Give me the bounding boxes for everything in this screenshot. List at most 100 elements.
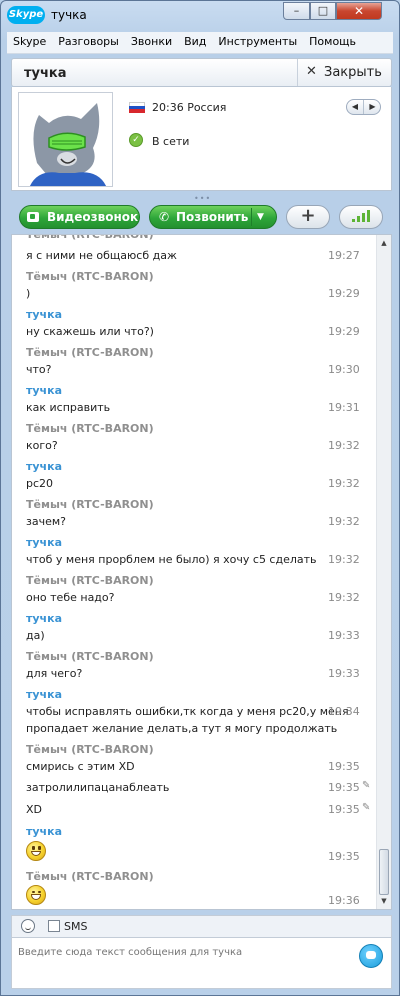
message-author: Тёмыч (RTC-BARON) bbox=[26, 498, 154, 511]
message-time: 19:31 bbox=[328, 401, 360, 414]
message-author: тучка bbox=[26, 536, 62, 549]
message-author: тучка bbox=[26, 460, 62, 473]
signal-bar-icon bbox=[362, 213, 365, 222]
message-time: 19:35 bbox=[328, 803, 360, 816]
sms-label: SMS bbox=[64, 920, 88, 933]
menu-tools[interactable]: Инструменты bbox=[212, 32, 303, 52]
close-conversation-label: Закрыть bbox=[324, 65, 382, 80]
close-icon: ✕ bbox=[306, 64, 317, 79]
skype-window: Skype тучка – □ ✕ Skype Разговоры Звонки… bbox=[0, 0, 400, 996]
message-time: 19:32 bbox=[328, 515, 360, 528]
message-time: 19:33 bbox=[328, 629, 360, 642]
call-button[interactable]: ✆ Позвонить ▼ bbox=[149, 205, 277, 229]
menu-bar: Skype Разговоры Звонки Вид Инструменты П… bbox=[7, 32, 393, 54]
message-author: Тёмыч (RTC-BARON) bbox=[26, 650, 154, 663]
message-time: 19:32 bbox=[328, 477, 360, 490]
laugh-emoticon-icon bbox=[26, 885, 46, 905]
scrollbar-thumb[interactable] bbox=[379, 849, 389, 895]
input-toolbar: SMS bbox=[11, 915, 392, 937]
message-author: Тёмыч (RTC-BARON) bbox=[26, 574, 154, 587]
message-input[interactable] bbox=[18, 942, 348, 962]
message-text: оно тебе надо? bbox=[26, 591, 115, 604]
video-camera-icon bbox=[27, 212, 39, 222]
signal-bar-icon bbox=[357, 216, 360, 222]
chevron-right-icon[interactable]: ▶ bbox=[364, 100, 381, 114]
message-time: 19:35 bbox=[328, 760, 360, 773]
online-status-icon: ✓ bbox=[129, 133, 143, 147]
contact-name: тучка bbox=[24, 66, 67, 81]
message-author: Тёмыч (RTC-BARON) bbox=[26, 346, 154, 359]
message-time: 19:32 bbox=[328, 553, 360, 566]
message-text: затролилипацанаблеать bbox=[26, 781, 170, 794]
message-author: Тёмыч (RTC-BARON) bbox=[26, 743, 154, 756]
message-text: чтоб у меня проpблем не было) я хочу с5 … bbox=[26, 553, 317, 566]
message-text: как исправить bbox=[26, 401, 111, 414]
message-text: XD bbox=[26, 803, 43, 816]
message-text: ну скажешь или что?) bbox=[26, 325, 154, 338]
message-text: пропадает желание делать,а тут я могу пр… bbox=[26, 722, 338, 735]
contact-status: В сети bbox=[152, 135, 190, 148]
message-text: кого? bbox=[26, 439, 58, 452]
chat-history[interactable]: Тёмыч (RTC-BARON) я с ними не общаюсб да… bbox=[11, 234, 392, 910]
window-title: тучка bbox=[51, 8, 87, 22]
menu-conversations[interactable]: Разговоры bbox=[52, 32, 125, 52]
grin-emoticon-icon bbox=[26, 841, 46, 861]
menu-view[interactable]: Вид bbox=[178, 32, 212, 52]
message-author: тучка bbox=[26, 825, 62, 838]
message-author: тучка bbox=[26, 384, 62, 397]
plus-icon: + bbox=[300, 205, 316, 226]
message-author: тучка bbox=[26, 612, 62, 625]
scroll-down-icon[interactable]: ▼ bbox=[378, 895, 390, 907]
message-time: 19:29 bbox=[328, 325, 360, 338]
chevron-left-icon[interactable]: ◀ bbox=[347, 100, 364, 114]
message-text: для чего? bbox=[26, 667, 83, 680]
menu-skype[interactable]: Skype bbox=[7, 32, 52, 52]
message-text: смирись с этим XD bbox=[26, 760, 135, 773]
message-author: тучка bbox=[26, 308, 62, 321]
signal-bar-icon bbox=[352, 219, 355, 222]
close-window-button[interactable]: ✕ bbox=[336, 2, 382, 20]
message-time: 19:29 bbox=[328, 287, 360, 300]
avatar-image bbox=[19, 93, 112, 186]
maximize-button[interactable]: □ bbox=[310, 2, 336, 20]
send-message-icon[interactable] bbox=[359, 944, 383, 968]
phone-icon: ✆ bbox=[159, 210, 170, 224]
message-text: да) bbox=[26, 629, 45, 642]
signal-bar-icon bbox=[367, 210, 370, 222]
avatar[interactable] bbox=[18, 92, 113, 187]
message-author: тучка bbox=[26, 688, 62, 701]
message-time: 19:32 bbox=[328, 591, 360, 604]
close-conversation-button[interactable]: ✕ Закрыть bbox=[297, 59, 391, 86]
message-input-area bbox=[11, 937, 392, 989]
message-text: pc20 bbox=[26, 477, 54, 490]
profile-panel: 20:36 Россия ✓ В сети ◀ ▶ bbox=[11, 87, 392, 191]
add-participant-button[interactable]: + bbox=[286, 205, 330, 229]
chat-scrollbar[interactable]: ▲ ▼ bbox=[376, 235, 391, 909]
action-bar: Видеозвонок ✆ Позвонить ▼ + bbox=[11, 202, 392, 232]
message-text: что? bbox=[26, 363, 52, 376]
menu-help[interactable]: Помощь bbox=[303, 32, 362, 52]
message-time: 19:27 bbox=[328, 249, 360, 262]
skype-logo: Skype bbox=[7, 6, 45, 24]
minimize-button[interactable]: – bbox=[283, 2, 310, 20]
title-bar: Skype тучка – □ ✕ bbox=[1, 1, 399, 31]
video-call-label: Видеозвонок bbox=[47, 210, 139, 224]
message-text: зачем? bbox=[26, 515, 66, 528]
call-quality-button[interactable] bbox=[339, 205, 383, 229]
message-author: Тёмыч (RTC-BARON) bbox=[26, 422, 154, 435]
call-divider bbox=[251, 208, 252, 226]
emoticon-picker-icon[interactable] bbox=[21, 919, 35, 933]
message-time: 19:35 bbox=[328, 850, 360, 863]
edit-icon: ✎ bbox=[362, 802, 371, 813]
message-time: 19:36 bbox=[328, 894, 360, 907]
scroll-up-icon[interactable]: ▲ bbox=[378, 237, 390, 249]
message-author: Тёмыч (RTC-BARON) bbox=[26, 234, 154, 241]
menu-calls[interactable]: Звонки bbox=[125, 32, 178, 52]
sms-checkbox[interactable] bbox=[48, 920, 60, 932]
message-time: 19:30 bbox=[328, 363, 360, 376]
profile-nav: ◀ ▶ bbox=[346, 99, 381, 115]
chevron-down-icon[interactable]: ▼ bbox=[257, 206, 264, 228]
message-author: Тёмыч (RTC-BARON) bbox=[26, 270, 154, 283]
contact-header: тучка ✕ Закрыть bbox=[11, 58, 392, 87]
video-call-button[interactable]: Видеозвонок bbox=[19, 205, 140, 229]
